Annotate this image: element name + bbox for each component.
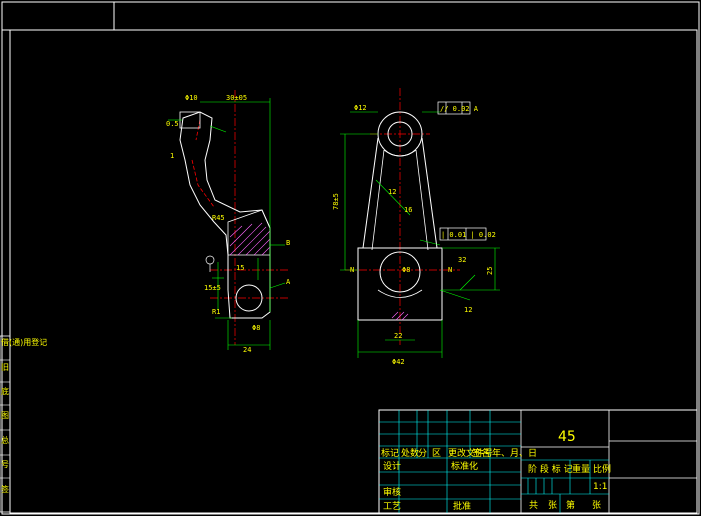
front-dim-height-main: 78±5 [332, 193, 340, 210]
front-tol-mid: | 0.01 | 0.02 [441, 231, 496, 239]
side-dim-chamfer: 0.5 [166, 120, 179, 128]
side-dim-r45: R45 [212, 214, 225, 222]
tb-h-zone: 区 [432, 448, 441, 459]
tb-approve: 批准 [453, 500, 471, 512]
left-label-top: 借(通)用登记 [1, 337, 47, 347]
tb-h-mark: 标记 [381, 447, 399, 459]
front-dim-32: 32 [458, 256, 466, 264]
tb-sheet: 张 [548, 500, 557, 511]
tb-standardize: 标准化 [451, 460, 478, 472]
tb-material: 45 [558, 429, 576, 445]
left-label-1: 旧 [1, 363, 9, 372]
tb-total: 共 [529, 500, 538, 511]
front-label-n-left: N [350, 266, 354, 274]
tb-h-part: 分 [418, 448, 427, 459]
side-view: Φ10 30±05 0.5 1 R45 B A 15 15±5 Φ8 24 R1 [166, 90, 291, 354]
tb-page: 第 [566, 499, 575, 511]
left-label-3: 图 [1, 411, 9, 420]
tb-designer: 设计 [383, 460, 401, 472]
tb-h-date: 年、月、日 [492, 447, 537, 459]
side-dim-r1: R1 [212, 308, 220, 316]
tb-process: 工艺 [383, 501, 401, 512]
tb-scale-val: 1:1 [593, 482, 607, 492]
side-label-a: A [286, 278, 291, 286]
side-dim-1545: 15±5 [204, 284, 221, 292]
title-block: 45 标记 处数 分 区 更改文件号 签名 年、月、日 设计 标准化 审核 工艺… [378, 409, 698, 514]
side-label-b: B [286, 239, 290, 247]
front-dim-top-hole: Φ12 [354, 104, 367, 112]
side-dim-len: 1 [170, 152, 174, 160]
left-label-4: 总 [1, 435, 9, 445]
front-dim-12: 12 [464, 306, 472, 314]
tb-scale: 比例 [593, 463, 611, 475]
cad-drawing: 借(通)用登记 旧 底 图 总 号 签 Φ10 30±05 0.5 1 R45 … [0, 1, 700, 515]
tb-weight: 重量 [572, 463, 590, 475]
left-label-2: 底 [1, 386, 9, 396]
tb-h-sign: 签名 [472, 447, 490, 459]
side-dim-overall: 30±05 [226, 94, 247, 102]
left-label-6: 签 [1, 484, 9, 494]
side-dim-top: Φ10 [185, 94, 198, 102]
left-label-5: 号 [1, 460, 9, 469]
tb-h-count: 处数 [401, 447, 419, 459]
front-tol-top: // 0.02 A [440, 105, 479, 113]
left-strip: 借(通)用登记 旧 底 图 总 号 签 [0, 335, 47, 513]
front-label-n-right: N [448, 266, 452, 274]
front-view: Φ12 // 0.02 A 78±5 25 | 0.01 | 0.02 Φ8 N… [332, 88, 500, 366]
top-left-box [1, 1, 115, 31]
tb-review: 审核 [383, 486, 401, 498]
front-dim-height-right: 25 [486, 267, 494, 275]
side-dim-bore: Φ8 [252, 324, 260, 332]
front-dim-w12: 12 [388, 188, 396, 196]
outer-border [1, 1, 700, 515]
tb-stage: 阶 段 标 记 [528, 463, 573, 475]
front-dim-width: Φ42 [392, 358, 405, 366]
front-dim-16: 16 [404, 206, 412, 214]
front-dim-22: 22 [394, 332, 402, 340]
side-dim-bottom: 24 [243, 346, 251, 354]
tb-page-sheet: 张 [592, 500, 601, 511]
front-dim-bore: Φ8 [402, 266, 410, 274]
side-dim-15: 15 [236, 264, 244, 272]
